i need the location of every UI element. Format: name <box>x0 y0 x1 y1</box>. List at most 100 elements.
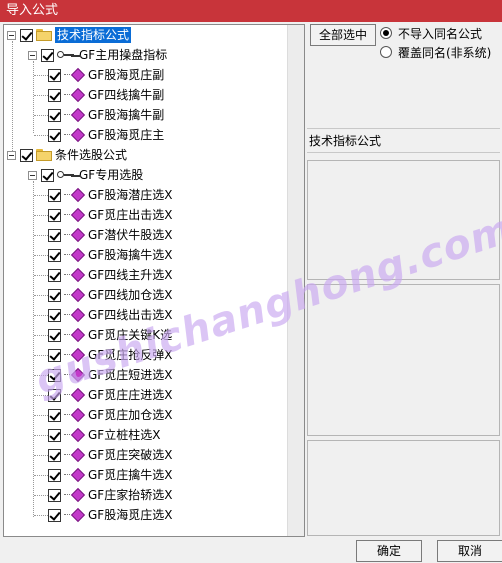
formula-checkbox[interactable] <box>48 448 61 462</box>
formula-item[interactable]: GF四线主升选X <box>48 265 172 285</box>
formula-checkbox[interactable] <box>48 488 61 502</box>
tree-node-group[interactable]: 技术指标公式 <box>7 25 132 45</box>
formula-label[interactable]: GF庄家抬轿选X <box>88 485 172 505</box>
formula-item[interactable]: GF股海潜庄选X <box>48 185 172 205</box>
formula-item[interactable]: GF觅庄出击选X <box>48 205 172 225</box>
formula-item[interactable]: GF四线加仓选X <box>48 285 172 305</box>
formula-label[interactable]: GF四线擒牛副 <box>88 85 164 105</box>
tree-node-subgroup[interactable]: GF主用操盘指标 <box>28 45 167 65</box>
formula-checkbox[interactable] <box>48 288 61 302</box>
formula-icon <box>64 227 86 243</box>
formula-checkbox[interactable] <box>48 108 61 122</box>
formula-icon <box>64 67 86 83</box>
formula-label[interactable]: GF四线主升选X <box>88 265 172 285</box>
tree-node-group[interactable]: 条件选股公式 <box>7 145 127 165</box>
formula-checkbox[interactable] <box>48 268 61 282</box>
key-icon <box>57 49 75 61</box>
collapse-icon[interactable] <box>28 50 37 60</box>
formula-item[interactable]: GF股海觅庄主 <box>48 125 164 145</box>
formula-icon <box>64 287 86 303</box>
formula-label[interactable]: GF觅庄庄进选X <box>88 385 172 405</box>
collapse-icon[interactable] <box>7 30 16 40</box>
formula-checkbox[interactable] <box>48 88 61 102</box>
tree-scrollbar[interactable] <box>287 25 304 536</box>
radio-overwrite-duplicates[interactable]: 覆盖同名(非系统) <box>380 44 491 60</box>
formula-checkbox[interactable] <box>48 368 61 382</box>
group-checkbox[interactable] <box>20 148 33 162</box>
formula-item[interactable]: GF觅庄擒牛选X <box>48 465 172 485</box>
folder-icon <box>36 29 52 41</box>
formula-checkbox[interactable] <box>48 68 61 82</box>
title-bar: 导入公式 <box>0 0 502 22</box>
formula-label[interactable]: GF觅庄出击选X <box>88 205 172 225</box>
formula-label[interactable]: GF觅庄突破选X <box>88 445 172 465</box>
formula-label[interactable]: GF觅庄加仓选X <box>88 405 172 425</box>
subgroup-checkbox[interactable] <box>41 168 54 182</box>
subgroup-label[interactable]: GF专用选股 <box>79 165 143 185</box>
collapse-icon[interactable] <box>7 150 16 160</box>
formula-label[interactable]: GF觅庄抢反弹X <box>88 345 172 365</box>
formula-checkbox[interactable] <box>48 408 61 422</box>
formula-item[interactable]: GF股海觅庄副 <box>48 65 164 85</box>
formula-label[interactable]: GF股海觅庄副 <box>88 65 164 85</box>
formula-tree[interactable]: 技术指标公式 GF主用操盘指标 GF股海觅庄副 GF四线擒牛副 GF股海擒牛副 GF股… <box>3 24 305 537</box>
tree-node-subgroup[interactable]: GF专用选股 <box>28 165 143 185</box>
key-icon <box>57 169 75 181</box>
ok-button[interactable]: 确定 <box>356 540 422 562</box>
subgroup-checkbox[interactable] <box>41 48 54 62</box>
formula-label[interactable]: GF股海潜庄选X <box>88 185 172 205</box>
formula-label[interactable]: GF潜伏牛股选X <box>88 225 172 245</box>
formula-label[interactable]: GF觅庄关键K选 <box>88 325 172 345</box>
formula-label[interactable]: GF觅庄短进选X <box>88 365 172 385</box>
collapse-icon[interactable] <box>28 170 37 180</box>
formula-checkbox[interactable] <box>48 388 61 402</box>
formula-item[interactable]: GF四线擒牛副 <box>48 85 164 105</box>
formula-icon <box>64 327 86 343</box>
formula-item[interactable]: GF庄家抬轿选X <box>48 485 172 505</box>
radio-skip-duplicates[interactable]: 不导入同名公式 <box>380 25 482 41</box>
subgroup-label[interactable]: GF主用操盘指标 <box>79 45 167 65</box>
formula-item[interactable]: GF潜伏牛股选X <box>48 225 172 245</box>
formula-icon <box>64 487 86 503</box>
formula-label[interactable]: GF股海擒牛副 <box>88 105 164 125</box>
formula-checkbox[interactable] <box>48 208 61 222</box>
group-checkbox[interactable] <box>20 28 33 42</box>
formula-item[interactable]: GF股海擒牛副 <box>48 105 164 125</box>
formula-icon <box>64 507 86 523</box>
formula-item[interactable]: GF觅庄关键K选 <box>48 325 172 345</box>
formula-checkbox[interactable] <box>48 428 61 442</box>
formula-checkbox[interactable] <box>48 188 61 202</box>
formula-label[interactable]: GF股海觅庄主 <box>88 125 164 145</box>
formula-item[interactable]: GF四线出击选X <box>48 305 172 325</box>
formula-item[interactable]: GF觅庄加仓选X <box>48 405 172 425</box>
formula-checkbox[interactable] <box>48 468 61 482</box>
formula-icon <box>64 407 86 423</box>
formula-checkbox[interactable] <box>48 508 61 522</box>
radio-icon[interactable] <box>380 27 392 39</box>
formula-checkbox[interactable] <box>48 248 61 262</box>
formula-label[interactable]: GF四线加仓选X <box>88 285 172 305</box>
formula-icon <box>64 387 86 403</box>
formula-label[interactable]: GF立桩柱选X <box>88 425 160 445</box>
group-label[interactable]: 技术指标公式 <box>55 27 132 43</box>
formula-item[interactable]: GF立桩柱选X <box>48 425 160 445</box>
formula-checkbox[interactable] <box>48 228 61 242</box>
select-all-button[interactable]: 全部选中 <box>310 24 376 46</box>
formula-item[interactable]: GF觅庄庄进选X <box>48 385 172 405</box>
radio-icon[interactable] <box>380 46 392 58</box>
cancel-button[interactable]: 取消 <box>437 540 502 562</box>
formula-checkbox[interactable] <box>48 308 61 322</box>
formula-item[interactable]: GF股海觅庄选X <box>48 505 172 525</box>
group-label[interactable]: 条件选股公式 <box>55 145 127 165</box>
formula-label[interactable]: GF觅庄擒牛选X <box>88 465 172 485</box>
formula-checkbox[interactable] <box>48 328 61 342</box>
formula-item[interactable]: GF股海擒牛选X <box>48 245 172 265</box>
formula-label[interactable]: GF股海觅庄选X <box>88 505 172 525</box>
formula-item[interactable]: GF觅庄短进选X <box>48 365 172 385</box>
formula-label[interactable]: GF四线出击选X <box>88 305 172 325</box>
formula-checkbox[interactable] <box>48 128 61 142</box>
formula-label[interactable]: GF股海擒牛选X <box>88 245 172 265</box>
formula-item[interactable]: GF觅庄抢反弹X <box>48 345 172 365</box>
formula-item[interactable]: GF觅庄突破选X <box>48 445 172 465</box>
formula-checkbox[interactable] <box>48 348 61 362</box>
